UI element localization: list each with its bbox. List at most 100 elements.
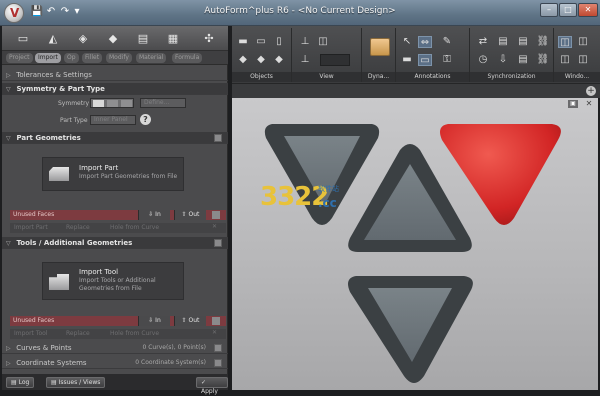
sync-icon[interactable]: ▤ (516, 54, 530, 66)
window-title: AutoForm^plus R6 - <No Current Design> (204, 6, 396, 16)
sync-icon[interactable]: ⇩ (496, 54, 510, 66)
part-geometries-header[interactable]: ▽ Part Geometries (2, 132, 228, 144)
unused-out-button[interactable]: ⇧ Out (174, 316, 206, 326)
window-layout-icon[interactable]: ◫ (558, 54, 572, 66)
op-icon[interactable]: ◈ (76, 32, 90, 45)
sync-icon[interactable]: ▤ (496, 36, 510, 48)
unused-in-button[interactable]: ⇩ In (138, 210, 170, 220)
replace-tool-action[interactable]: Replace (66, 330, 90, 337)
tab-material[interactable]: Material (136, 53, 167, 63)
pin-icon[interactable]: ✎ (440, 36, 454, 48)
workflow-icon-bar: ▭ ◭ ◈ ◆ ▤ ▦ ✣ (2, 26, 228, 51)
object-icon[interactable]: ▬ (236, 36, 250, 48)
part-type-select[interactable]: Inner Panel (90, 115, 136, 125)
import-tool-button[interactable]: Import Tool Import Tools or Additional G… (42, 262, 184, 300)
sync-icon[interactable]: ⇄ (476, 36, 490, 48)
symmetry-section-header[interactable]: ▽ Symmetry & Part Type (2, 83, 228, 95)
clock-icon[interactable]: ◷ (476, 54, 490, 66)
window-layout-icon[interactable]: ◫ (576, 36, 590, 48)
ribbon-label-objects: Objects (232, 72, 291, 82)
symmetry-toggle-group (90, 98, 134, 108)
import-tool-action[interactable]: Import Tool (14, 330, 47, 337)
object-icon[interactable]: ◆ (272, 54, 286, 66)
restore-button[interactable]: □ (559, 3, 577, 17)
delete-icon[interactable]: ✕ (212, 223, 217, 230)
minimize-button[interactable]: – (540, 3, 558, 17)
tolerances-label: Tolerances & Settings (16, 71, 92, 79)
unused-in-button[interactable]: ⇩ In (138, 316, 170, 326)
unused-checkbox[interactable] (212, 211, 220, 219)
view-cube-icon[interactable]: ◫ (316, 36, 330, 48)
unused-out-button[interactable]: ⇧ Out (174, 210, 206, 220)
view-select[interactable] (320, 54, 350, 66)
dimension-icon[interactable]: ▭ (418, 54, 432, 66)
measure-icon[interactable]: ⇔ (418, 36, 432, 48)
section-checkbox[interactable] (214, 359, 222, 367)
help-icon[interactable]: ? (140, 114, 151, 125)
symmetry-half-button[interactable] (107, 100, 118, 107)
issues-views-button[interactable]: ▤ Issues / Views (46, 377, 106, 388)
axes-icon[interactable]: ⊥ (298, 36, 312, 48)
import-part-button[interactable]: Import Part Import Part Geometries from … (42, 157, 184, 191)
section-checkbox[interactable] (214, 134, 222, 142)
section-checkbox[interactable] (214, 344, 222, 352)
window-layout-icon[interactable]: ◫ (576, 54, 590, 66)
collapse-arrow-icon: ▽ (6, 135, 11, 142)
tools-header[interactable]: ▽ Tools / Additional Geometries (2, 237, 228, 249)
triangle-down-bottom[interactable] (348, 276, 473, 383)
apply-button[interactable]: ✓ Apply (196, 377, 228, 395)
tab-formula[interactable]: Formula (172, 53, 203, 63)
section-checkbox[interactable] (214, 239, 222, 247)
link-icon[interactable]: ⛓ (536, 54, 550, 66)
coord-section[interactable]: ▷ Coordinate Systems 0 Coordinate System… (2, 357, 228, 369)
symmetry-none-button[interactable] (93, 100, 104, 107)
object-icon[interactable]: ◆ (236, 54, 250, 66)
add-view-icon[interactable]: + (586, 86, 596, 96)
expand-arrow-icon: ▷ (6, 360, 11, 367)
tab-project[interactable]: Project (6, 53, 33, 63)
tab-fillet[interactable]: Fillet (82, 53, 103, 63)
hole-from-curve-action[interactable]: Hole from Curve (110, 224, 159, 231)
fillet-icon[interactable]: ◆ (106, 32, 120, 45)
triangle-up-center[interactable] (348, 144, 472, 252)
log-button[interactable]: ▤ Log (6, 377, 35, 388)
hole-from-curve-action[interactable]: Hole from Curve (110, 330, 159, 337)
line-icon[interactable]: ▬ (400, 54, 414, 66)
ribbon-group-dyna: Dyna... (362, 28, 396, 82)
project-icon[interactable]: ▭ (16, 32, 30, 45)
material-icon[interactable]: ▦ (166, 32, 180, 45)
object-icon[interactable]: ▭ (254, 36, 268, 48)
coord-label: Coordinate Systems (16, 359, 87, 367)
triangle-down-red[interactable] (440, 124, 561, 225)
lock-icon[interactable]: ⚿ (440, 54, 454, 66)
axes-icon[interactable]: ⊥ (298, 54, 312, 66)
import-icon[interactable]: ◭ (46, 32, 60, 45)
delete-icon[interactable]: ✕ (212, 329, 217, 336)
object-icon[interactable]: ▯ (272, 36, 286, 48)
tab-op[interactable]: Op (64, 53, 79, 63)
tab-import[interactable]: Import (35, 53, 61, 63)
left-bottom-bar: ▤ Log ▤ Issues / Views ✓ Apply (2, 374, 228, 395)
replace-part-action[interactable]: Replace (66, 224, 90, 231)
tab-modify[interactable]: Modify (106, 53, 132, 63)
dynamic-section-icon[interactable] (370, 38, 390, 56)
link-icon[interactable]: ⛓ (536, 36, 550, 48)
object-icon[interactable]: ◆ (254, 54, 268, 66)
symmetry-define-button[interactable]: Define... (140, 98, 186, 108)
close-button[interactable]: ✕ (578, 3, 598, 17)
graphics-viewport[interactable]: ▣ ✕ (232, 98, 598, 390)
window-layout-icon[interactable]: ◫ (558, 36, 572, 48)
left-panel: ▭ ◭ ◈ ◆ ▤ ▦ ✣ Project Import Op Fillet M… (2, 26, 228, 390)
tolerances-section[interactable]: ▷ Tolerances & Settings (2, 69, 228, 81)
import-part-action[interactable]: Import Part (14, 224, 48, 231)
curves-section[interactable]: ▷ Curves & Points 0 Curve(s), 0 Point(s) (2, 342, 228, 354)
unused-checkbox[interactable] (212, 317, 220, 325)
formula-icon[interactable]: ✣ (202, 32, 216, 45)
expand-arrow-icon: ▷ (6, 72, 11, 79)
watermark-cn: 软件站 (318, 185, 339, 193)
cursor-icon[interactable]: ↖ (400, 36, 414, 48)
modify-icon[interactable]: ▤ (136, 32, 150, 45)
viewport-tab-strip: + (232, 84, 600, 98)
sync-icon[interactable]: ▤ (516, 36, 530, 48)
symmetry-quarter-button[interactable] (121, 100, 132, 107)
